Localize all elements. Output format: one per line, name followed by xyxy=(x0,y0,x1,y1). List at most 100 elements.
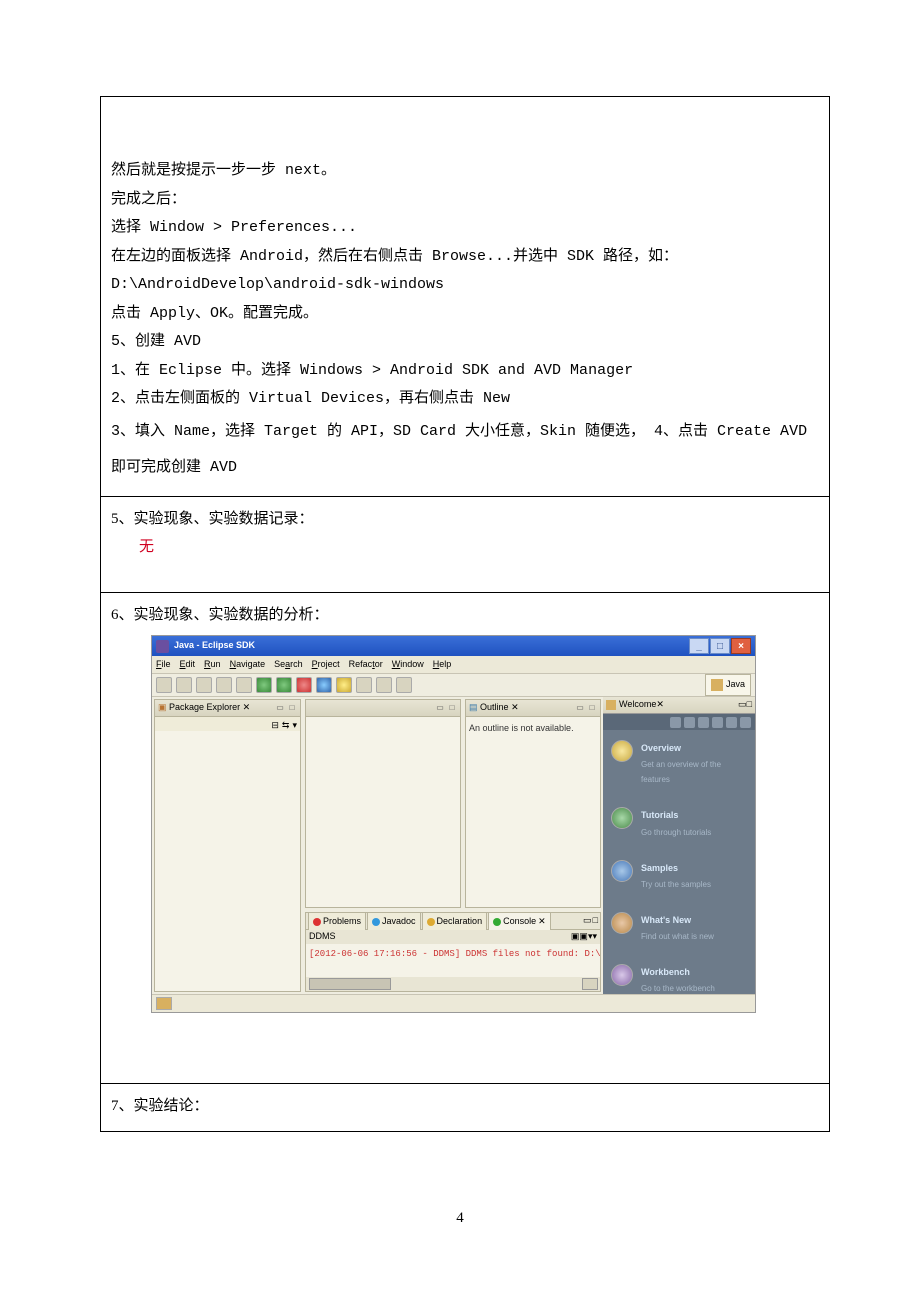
workbench-icon xyxy=(611,964,633,986)
menu-icon[interactable]: ▾ xyxy=(292,717,297,731)
menu-help[interactable]: Help xyxy=(433,656,452,673)
menubar: File Edit Run Navigate Search Project Re… xyxy=(152,656,755,674)
section-6: 6、实验现象、实验数据的分析： Java - Eclipse SDK _ □ ×… xyxy=(101,592,829,1084)
collapse-icon[interactable]: ⊟ xyxy=(271,717,279,731)
section-7: 7、实验结论： xyxy=(101,1083,829,1131)
minimize-icon[interactable]: ▭ xyxy=(575,703,585,713)
font-icon[interactable] xyxy=(712,717,723,728)
tool-icon[interactable] xyxy=(236,677,252,693)
para: D:\AndroidDevelop\android-sdk-windows xyxy=(111,271,819,300)
tab-console[interactable]: Console ✕ xyxy=(488,912,551,930)
console-tool-icon[interactable]: ▾ xyxy=(592,928,597,945)
minimize-button[interactable]: _ xyxy=(689,638,709,654)
section-5: 5、实验现象、实验数据记录： 无 xyxy=(101,496,829,592)
menu-search[interactable]: Search xyxy=(274,656,303,673)
para: 完成之后： xyxy=(111,186,819,215)
console-message: [2012-06-06 17:16:56 - DDMS] DDMS files … xyxy=(309,946,597,963)
para: 在左边的面板选择 Android，然后在右侧点击 Browse...并选中 SD… xyxy=(111,243,819,272)
outline-header: ▤ Outline ✕ ▭ □ xyxy=(466,700,600,717)
titlebar: Java - Eclipse SDK _ □ × xyxy=(152,636,755,656)
minimize-icon[interactable]: ▭ xyxy=(435,703,445,713)
nav-icon[interactable] xyxy=(740,717,751,728)
welcome-panel: Welcome ✕ ▭ □ OverviewGet an overview of… xyxy=(603,697,755,994)
menu-window[interactable]: Window xyxy=(392,656,424,673)
minimize-icon[interactable]: ▭ xyxy=(583,912,592,929)
menu-refactor[interactable]: Refactor xyxy=(349,656,383,673)
overview-icon xyxy=(611,740,633,762)
welcome-overview[interactable]: OverviewGet an overview of the features xyxy=(603,730,755,797)
font-icon[interactable] xyxy=(726,717,737,728)
menu-navigate[interactable]: Navigate xyxy=(230,656,266,673)
tool-icon[interactable] xyxy=(196,677,212,693)
tool-icon[interactable] xyxy=(336,677,352,693)
tool-icon[interactable] xyxy=(356,677,372,693)
para: 选择 Window > Preferences... xyxy=(111,214,819,243)
maximize-icon[interactable]: □ xyxy=(747,696,752,713)
menu-edit[interactable]: Edit xyxy=(180,656,196,673)
nav-icon[interactable] xyxy=(698,717,709,728)
whatsnew-icon xyxy=(611,912,633,934)
eclipse-screenshot: Java - Eclipse SDK _ □ × File Edit Run N… xyxy=(151,635,756,1013)
maximize-icon[interactable]: □ xyxy=(447,703,457,713)
tab-problems[interactable]: Problems xyxy=(308,912,366,930)
editor-header: ▭ □ xyxy=(306,700,460,717)
console-tool-icon[interactable]: ▣ xyxy=(571,928,580,945)
toolbar: Java xyxy=(152,674,755,697)
maximize-button[interactable]: □ xyxy=(710,638,730,654)
maximize-icon[interactable]: □ xyxy=(587,703,597,713)
perspective-java[interactable]: Java xyxy=(705,674,751,695)
run-icon[interactable] xyxy=(276,677,292,693)
page-number: 4 xyxy=(0,1204,920,1233)
welcome-tutorials[interactable]: TutorialsGo through tutorials xyxy=(603,797,755,849)
outline-body: An outline is not available. xyxy=(466,717,600,907)
nav-icon[interactable] xyxy=(684,717,695,728)
tool-icon[interactable] xyxy=(216,677,232,693)
tab-declaration[interactable]: Declaration xyxy=(422,912,488,930)
home-icon[interactable] xyxy=(670,717,681,728)
para: 3、填入 Name，选择 Target 的 API，SD Card 大小任意，S… xyxy=(111,414,819,486)
welcome-samples[interactable]: SamplesTry out the samples xyxy=(603,850,755,902)
menu-file[interactable]: File xyxy=(156,656,171,673)
para: 1、在 Eclipse 中。选择 Windows > Android SDK a… xyxy=(111,357,819,386)
link-icon[interactable]: ⇆ xyxy=(282,717,290,731)
menu-project[interactable]: Project xyxy=(312,656,340,673)
tool-icon[interactable] xyxy=(316,677,332,693)
java-icon xyxy=(711,679,723,691)
bottom-tabs: Problems Javadoc Declaration Console ✕ ▭… xyxy=(306,913,600,930)
samples-icon xyxy=(611,860,633,882)
statusbar xyxy=(152,994,755,1012)
section-5-body: 无 xyxy=(111,533,819,562)
tool-icon[interactable] xyxy=(396,677,412,693)
maximize-icon[interactable]: □ xyxy=(593,912,598,929)
para: 然后就是按提示一步一步 next。 xyxy=(111,157,819,186)
tool-icon[interactable] xyxy=(176,677,192,693)
section-7-title: 7、实验结论： xyxy=(111,1092,819,1121)
para: 5、创建 AVD xyxy=(111,328,819,357)
console-body[interactable]: [2012-06-06 17:16:56 - DDMS] DDMS files … xyxy=(306,944,600,977)
status-icon[interactable] xyxy=(156,997,172,1010)
console-tool-icon[interactable]: ▣ xyxy=(579,928,588,945)
welcome-icon xyxy=(606,700,616,710)
maximize-icon[interactable]: □ xyxy=(287,703,297,713)
tool-icon[interactable] xyxy=(156,677,172,693)
para: 2、点击左侧面板的 Virtual Devices，再右侧点击 New xyxy=(111,385,819,414)
scroll-thumb[interactable] xyxy=(309,978,391,990)
tool-icon[interactable] xyxy=(296,677,312,693)
instruction-cell: 然后就是按提示一步一步 next。 完成之后： 选择 Window > Pref… xyxy=(101,96,829,496)
scrollbar[interactable] xyxy=(306,977,600,991)
eclipse-icon xyxy=(156,640,169,653)
package-explorer-body[interactable] xyxy=(155,731,300,991)
welcome-whatsnew[interactable]: What's NewFind out what is new xyxy=(603,902,755,954)
bug-icon[interactable] xyxy=(256,677,272,693)
package-explorer-header: ▣ Package Explorer ✕ ▭ □ xyxy=(155,700,300,717)
close-button[interactable]: × xyxy=(731,638,751,654)
tab-javadoc[interactable]: Javadoc xyxy=(367,912,421,930)
console-name: DDMS xyxy=(309,928,336,945)
minimize-icon[interactable]: ▭ xyxy=(275,703,285,713)
section-6-title: 6、实验现象、实验数据的分析： xyxy=(111,601,819,630)
menu-run[interactable]: Run xyxy=(204,656,221,673)
minimize-icon[interactable]: ▭ xyxy=(738,696,747,713)
tool-icon[interactable] xyxy=(376,677,392,693)
editor-body[interactable] xyxy=(306,717,460,907)
scroll-arrow-icon[interactable] xyxy=(582,978,598,990)
